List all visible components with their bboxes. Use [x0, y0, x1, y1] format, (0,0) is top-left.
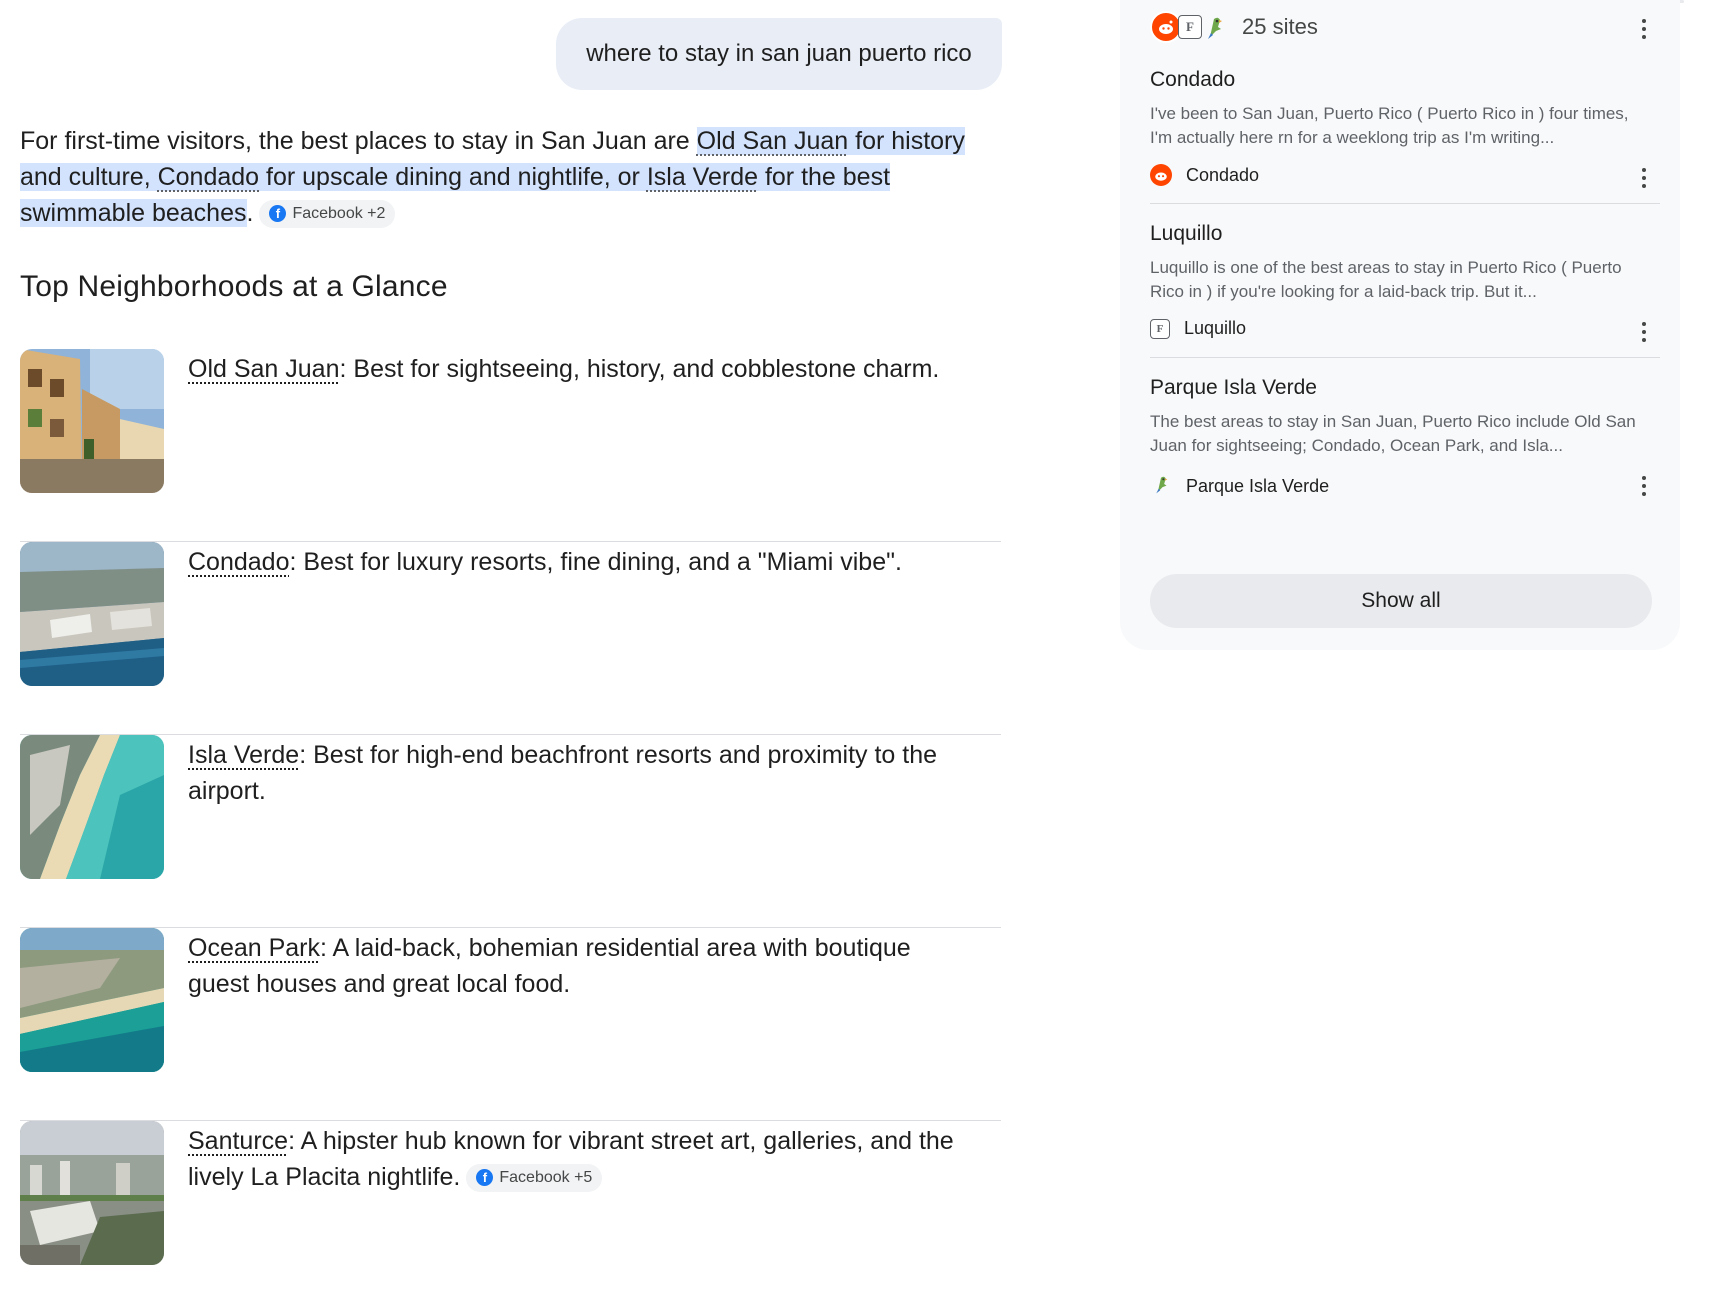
parrot-icon [1200, 13, 1228, 41]
parrot-icon [1150, 472, 1172, 501]
source-title: Parque Isla Verde [1150, 376, 1317, 399]
show-all-button[interactable]: Show all [1150, 574, 1652, 628]
source-title: Condado [1150, 68, 1236, 91]
neighborhood-image[interactable] [20, 928, 164, 1072]
neighborhood-desc: : Best for high-end beachfront resorts a… [188, 741, 938, 805]
section-heading: Top Neighborhoods at a Glance [20, 270, 448, 303]
source-chip-label: Facebook +2 [292, 204, 386, 222]
user-query-text: where to stay in san juan puerto rico [586, 40, 972, 67]
user-query-bubble: where to stay in san juan puerto rico [556, 18, 1002, 90]
source-card-luquillo[interactable]: Luquillo Luquillo is one of the best are… [1150, 222, 1660, 339]
source-name: Parque Isla Verde [1186, 476, 1330, 496]
more-options-icon[interactable] [1634, 320, 1654, 344]
neighborhood-item-santurce: Santurce: A hipster hub known for vibran… [20, 1121, 1001, 1314]
neighborhood-item-ocean-park: Ocean Park: A laid-back, bohemian reside… [20, 928, 1001, 1121]
source-snippet: I've been to San Juan, Puerto Rico ( Pue… [1150, 104, 1629, 147]
neighborhood-text: Old San Juan: Best for sightseeing, hist… [188, 351, 978, 387]
neighborhood-image[interactable] [20, 349, 164, 493]
neighborhood-item-isla-verde: Isla Verde: Best for high-end beachfront… [20, 735, 1001, 928]
neighborhood-desc: : Best for luxury resorts, fine dining, … [289, 548, 902, 576]
reddit-icon [1150, 164, 1172, 186]
source-snippet: The best areas to stay in San Juan, Puer… [1150, 412, 1636, 455]
summary-text: for upscale dining and nightlife, or [259, 163, 647, 191]
source-name: Condado [1186, 164, 1260, 185]
neighborhood-name-link[interactable]: Condado [188, 548, 289, 576]
neighborhood-desc: : Best for sightseeing, history, and cob… [339, 355, 940, 383]
neighborhood-image[interactable] [20, 1121, 164, 1265]
summary-tail: . [246, 199, 254, 227]
divider [1150, 357, 1660, 358]
summary-link-condado[interactable]: Condado [158, 163, 259, 191]
neighborhood-image[interactable] [20, 735, 164, 879]
neighborhood-text: Ocean Park: A laid-back, bohemian reside… [188, 930, 978, 1002]
facebook-icon: f [269, 205, 287, 222]
neighborhood-name-link[interactable]: Old San Juan [188, 355, 340, 383]
source-name: Luquillo [1184, 318, 1247, 338]
neighborhood-text: Santurce: A hipster hub known for vibran… [188, 1123, 978, 1195]
sites-summary[interactable]: F 25 sites [1150, 11, 1318, 43]
neighborhood-image[interactable] [20, 542, 164, 686]
neighborhood-name-link[interactable]: Ocean Park [188, 934, 320, 962]
source-footer: Condado [1150, 164, 1259, 186]
neighborhood-item-condado: Condado: Best for luxury resorts, fine d… [20, 542, 1001, 735]
source-chip-label: Facebook +5 [499, 1168, 593, 1186]
source-footer: Parque Isla Verde [1150, 472, 1329, 501]
neighborhood-text: Condado: Best for luxury resorts, fine d… [188, 544, 978, 580]
neighborhood-name-link[interactable]: Isla Verde [188, 741, 299, 769]
source-footer: F Luquillo [1150, 318, 1246, 339]
source-card-condado[interactable]: Condado I've been to San Juan, Puerto Ri… [1150, 68, 1660, 186]
neighborhood-name-link[interactable]: Santurce [188, 1127, 288, 1155]
answer-summary: For first-time visitors, the best places… [20, 123, 1001, 231]
source-chip-facebook[interactable]: f Facebook +2 [259, 199, 396, 228]
divider [1150, 203, 1660, 204]
sources-panel: F 25 sites Condado I've been to San Juan… [1120, 0, 1680, 650]
source-snippet: Luquillo is one of the best areas to sta… [1150, 258, 1622, 301]
source-title: Luquillo [1150, 222, 1223, 245]
summary-link-old-san-juan[interactable]: Old San Juan [697, 127, 849, 155]
more-options-icon[interactable] [1634, 474, 1654, 498]
source-card-parque-isla-verde[interactable]: Parque Isla Verde The best areas to stay… [1150, 376, 1660, 496]
source-chip-facebook[interactable]: f Facebook +5 [466, 1163, 603, 1192]
summary-lead: For first-time visitors, the best places… [20, 127, 697, 155]
facebook-icon: f [476, 1169, 494, 1186]
summary-link-isla-verde[interactable]: Isla Verde [647, 163, 758, 191]
f-site-icon: F [1150, 318, 1170, 339]
more-options-icon[interactable] [1634, 17, 1654, 41]
neighborhood-text: Isla Verde: Best for high-end beachfront… [188, 737, 978, 809]
sites-count: 25 sites [1242, 14, 1318, 39]
more-options-icon[interactable] [1634, 166, 1654, 190]
neighborhood-item-old-san-juan: Old San Juan: Best for sightseeing, hist… [20, 349, 1001, 542]
f-site-icon: F [1178, 15, 1202, 39]
